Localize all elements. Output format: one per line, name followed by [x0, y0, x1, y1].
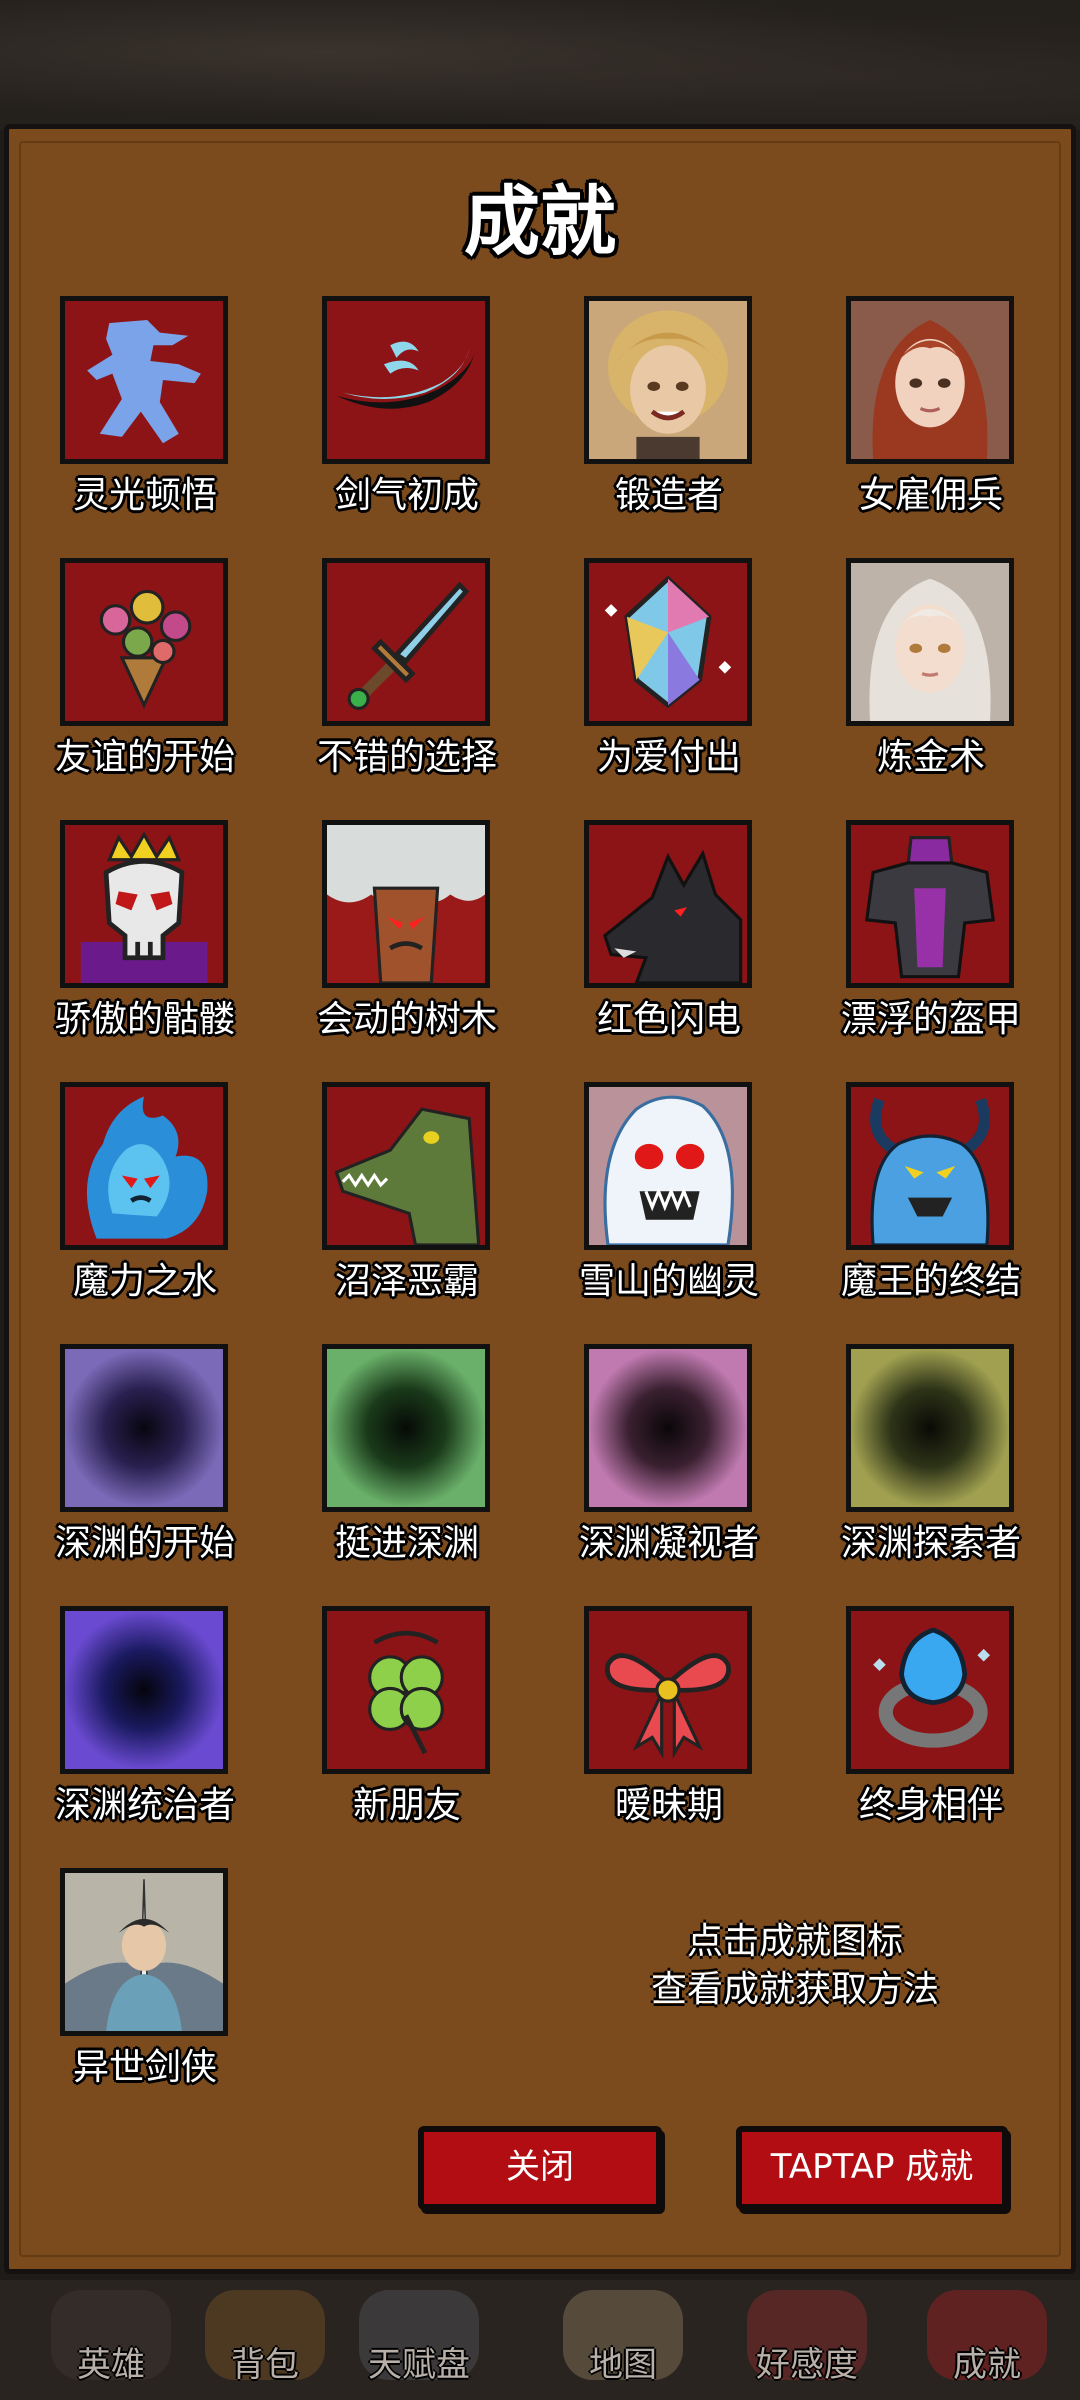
page-title: 成就 [464, 177, 616, 266]
achievement-label: 新朋友 [352, 1785, 461, 1826]
achievement-label: 女雇佣兵 [858, 475, 1003, 516]
water-spirit-icon[interactable] [60, 1082, 228, 1250]
tab-talent-board[interactable]: 天赋盘 [344, 2280, 494, 2400]
blue-gem-ring-icon[interactable] [846, 1606, 1014, 1774]
achievement-label: 会动的树木 [316, 999, 497, 1040]
hint-text: 点击成就图标 查看成就获取方法 [580, 1918, 1010, 2014]
red-bow-icon[interactable] [584, 1606, 752, 1774]
living-tree-icon[interactable] [322, 820, 490, 988]
achievement-item[interactable]: 为爱付出 [534, 558, 754, 798]
achievement-item[interactable]: 暧昧期 [534, 1606, 754, 1846]
achievement-label: 为爱付出 [596, 737, 741, 778]
achievement-label: 不错的选择 [316, 737, 497, 778]
bottom-tab-bar: 英雄 背包 天赋盘 地图 好感度 成就 [0, 2280, 1080, 2400]
achievement-label: 剑气初成 [334, 475, 479, 516]
achievement-item[interactable]: 会动的树木 [272, 820, 497, 1060]
crocodile-icon[interactable] [322, 1082, 490, 1250]
achievement-item[interactable]: 深渊探索者 [796, 1344, 1021, 1584]
abyss-blue-icon[interactable] [60, 1606, 228, 1774]
achievement-item[interactable]: 沼泽恶霸 [272, 1082, 492, 1322]
tab-label: 成就 [953, 2345, 1021, 2385]
tab-affection[interactable]: 好感度 [732, 2280, 882, 2400]
floating-armor-icon[interactable] [846, 820, 1014, 988]
achievement-item[interactable]: 挺进深渊 [272, 1344, 492, 1584]
achievement-label: 深渊统治者 [54, 1785, 235, 1826]
achievement-item[interactable]: 魔力之水 [10, 1082, 230, 1322]
ninja-silhouette-icon[interactable] [60, 296, 228, 464]
achievement-item[interactable]: 友谊的开始 [10, 558, 235, 798]
achievement-item[interactable]: 深渊的开始 [10, 1344, 235, 1584]
tab-heroes[interactable]: 英雄 [36, 2280, 186, 2400]
snow-ghost-icon[interactable] [584, 1082, 752, 1250]
achievement-item[interactable]: 深渊统治者 [10, 1606, 235, 1846]
red-hair-woman-portrait-icon[interactable] [846, 296, 1014, 464]
achievement-item[interactable]: 灵光顿悟 [10, 296, 230, 536]
achievement-label: 红色闪电 [596, 999, 741, 1040]
achievement-item[interactable]: 不错的选择 [272, 558, 497, 798]
achievement-label: 骄傲的骷髅 [54, 999, 235, 1040]
achievement-label: 魔力之水 [72, 1261, 217, 1302]
taptap-achievement-button[interactable]: TAPTAP 成就 [736, 2126, 1008, 2210]
achievement-item[interactable]: 异世剑侠 [10, 1868, 230, 2108]
tab-achievements[interactable]: 成就 [912, 2280, 1062, 2400]
hint-line: 点击成就图标 [686, 1921, 903, 1962]
achievement-item[interactable]: 魔王的终结 [796, 1082, 1021, 1322]
achievement-item[interactable]: 锻造者 [534, 296, 754, 536]
achievement-item[interactable]: 雪山的幽灵 [534, 1082, 759, 1322]
achievement-label: 灵光顿悟 [72, 475, 217, 516]
achievement-label: 雪山的幽灵 [578, 1261, 759, 1302]
achievement-label: 锻造者 [614, 475, 723, 516]
swordsman-portrait-icon[interactable] [60, 1868, 228, 2036]
achievement-item[interactable]: 漂浮的盔甲 [796, 820, 1021, 1060]
achievement-item[interactable]: 红色闪电 [534, 820, 754, 1060]
achievement-item[interactable]: 新朋友 [272, 1606, 492, 1846]
achievement-label: 挺进深渊 [334, 1523, 479, 1564]
abyss-purple-icon[interactable] [60, 1344, 228, 1512]
achievement-item[interactable]: 女雇佣兵 [796, 296, 1016, 536]
blonde-smith-portrait-icon[interactable] [584, 296, 752, 464]
tab-label: 天赋盘 [368, 2345, 470, 2385]
achievement-item[interactable]: 终身相伴 [796, 1606, 1016, 1846]
tab-backpack[interactable]: 背包 [190, 2280, 340, 2400]
achievement-item[interactable]: 骄傲的骷髅 [10, 820, 235, 1060]
achievement-label: 终身相伴 [858, 1785, 1003, 1826]
achievement-label: 深渊凝视者 [578, 1523, 759, 1564]
achievement-label: 友谊的开始 [54, 737, 235, 778]
demon-king-icon[interactable] [846, 1082, 1014, 1250]
close-button[interactable]: 关闭 [418, 2126, 662, 2210]
tab-label: 地图 [589, 2345, 657, 2385]
achievement-label: 炼金术 [876, 737, 985, 778]
tab-label: 英雄 [77, 2345, 145, 2385]
sword-wave-icon[interactable] [322, 296, 490, 464]
abyss-green-icon[interactable] [322, 1344, 490, 1512]
top-background [0, 0, 1080, 130]
achievement-item[interactable]: 剑气初成 [272, 296, 492, 536]
achievement-label: 魔王的终结 [840, 1261, 1021, 1302]
tab-map[interactable]: 地图 [548, 2280, 698, 2400]
tab-label: 背包 [231, 2345, 299, 2385]
sword-icon[interactable] [322, 558, 490, 726]
tab-label: 好感度 [756, 2345, 858, 2385]
abyss-pink-icon[interactable] [584, 1344, 752, 1512]
flower-bouquet-icon[interactable] [60, 558, 228, 726]
achievement-label: 漂浮的盔甲 [840, 999, 1021, 1040]
achievement-item[interactable]: 深渊凝视者 [534, 1344, 759, 1584]
white-hair-girl-portrait-icon[interactable] [846, 558, 1014, 726]
crowned-skull-icon[interactable] [60, 820, 228, 988]
achievement-item[interactable]: 炼金术 [796, 558, 1016, 798]
hint-line: 查看成就获取方法 [650, 1969, 939, 2010]
four-leaf-clover-icon[interactable] [322, 1606, 490, 1774]
black-wolf-icon[interactable] [584, 820, 752, 988]
abyss-olive-icon[interactable] [846, 1344, 1014, 1512]
achievement-label: 深渊探索者 [840, 1523, 1021, 1564]
crystal-gem-icon[interactable] [584, 558, 752, 726]
achievement-label: 暧昧期 [614, 1785, 723, 1826]
achievement-label: 异世剑侠 [72, 2047, 217, 2088]
achievement-label: 深渊的开始 [54, 1523, 235, 1564]
achievement-label: 沼泽恶霸 [334, 1261, 479, 1302]
